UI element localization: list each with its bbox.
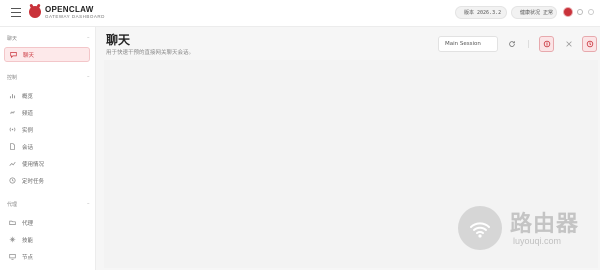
sidebar-item-sessions[interactable]: 会话 [4,139,90,154]
focus-mode-button[interactable] [561,36,576,52]
sidebar-item-cron[interactable]: 定时任务 [4,173,90,188]
sidebar-item-chat[interactable]: 聊天 [4,47,90,62]
router-watermark-icon [458,206,502,250]
brain-icon [543,40,550,48]
version-value: 2026.3.2 [477,9,502,16]
broadcast-icon [9,126,16,133]
health-label: 健康状况 [520,10,541,16]
theme-dark-icon[interactable] [588,9,594,15]
health-value: 正常 [543,10,554,16]
section-header-control[interactable]: 控制 – [7,73,90,81]
sidebar-item-label: 频道 [22,110,34,117]
sidebar-item-overview[interactable]: 概览 [4,88,90,103]
brand-subtitle: GATEWAY DASHBOARD [45,14,105,19]
brand-title: OPENCLAW [45,5,94,14]
avatar[interactable] [563,7,573,17]
sparkle-icon [9,236,16,243]
document-icon [9,143,16,150]
chevron-up-icon: – [87,74,90,80]
sidebar-item-label: 聊天 [23,52,35,59]
clock-alert-icon [586,40,593,48]
sidebar-item-skills[interactable]: 技能 [4,232,90,247]
sidebar-item-label: 技能 [22,237,34,244]
sidebar-item-label: 使用情况 [22,161,45,168]
sidebar-item-instances[interactable]: 实例 [4,122,90,137]
sidebar-item-label: 概览 [22,93,34,100]
section-title: 代理 [7,201,18,208]
sidebar: 聊天 – 聊天 控制 – 概览 频道 实例 会话 使用情况 定时任务 代理 – … [0,27,96,270]
page-title: 聊天 [106,33,131,47]
chevron-up-icon: – [87,35,90,41]
session-select-value: Main Session [445,41,481,47]
top-bar: OPENCLAW GATEWAY DASHBOARD 版本 2026.3.2 健… [0,0,600,27]
thinking-toggle-button[interactable] [539,36,554,52]
section-title: 控制 [7,74,18,81]
stop-button[interactable] [582,36,597,52]
collapse-icon [565,41,572,47]
section-title: 聊天 [7,35,18,42]
sidebar-item-label: 实例 [22,127,34,134]
section-header-agent[interactable]: 代理 – [7,200,90,208]
refresh-button[interactable] [504,36,519,52]
usage-chart-icon [9,160,16,167]
link-icon [9,109,16,116]
theme-light-icon[interactable] [577,9,583,15]
chat-bubble-icon [10,51,17,58]
health-badge: 健康状况 正常 [511,6,557,19]
watermark-text: 路由器 [510,212,580,237]
sidebar-item-label: 定时任务 [22,178,45,185]
sidebar-item-label: 代理 [22,220,34,227]
section-header-chat[interactable]: 聊天 – [7,34,90,42]
version-badge: 版本 2026.3.2 [455,6,507,19]
sidebar-item-channels[interactable]: 频道 [4,105,90,120]
bar-chart-icon [9,92,16,99]
toolbar-divider [528,40,529,48]
page-subtitle: 用于快速干预的直接网关聊天会话。 [106,50,195,56]
sidebar-item-agents[interactable]: 代理 [4,215,90,230]
version-label: 版本 [464,10,475,16]
sidebar-item-label: 节点 [22,254,34,261]
session-select[interactable]: Main Session [438,36,498,52]
sidebar-item-nodes[interactable]: 节点 [4,249,90,264]
clock-icon [9,177,16,184]
refresh-icon [508,41,515,47]
sidebar-item-usage[interactable]: 使用情况 [4,156,90,171]
folder-icon [9,219,16,226]
chevron-up-icon: – [87,201,90,207]
menu-toggle-icon[interactable] [11,8,21,17]
monitor-icon [9,253,16,260]
watermark-url: luyouqi.com [513,236,562,246]
openclaw-logo-icon [29,6,41,18]
sidebar-item-label: 会话 [22,144,34,151]
